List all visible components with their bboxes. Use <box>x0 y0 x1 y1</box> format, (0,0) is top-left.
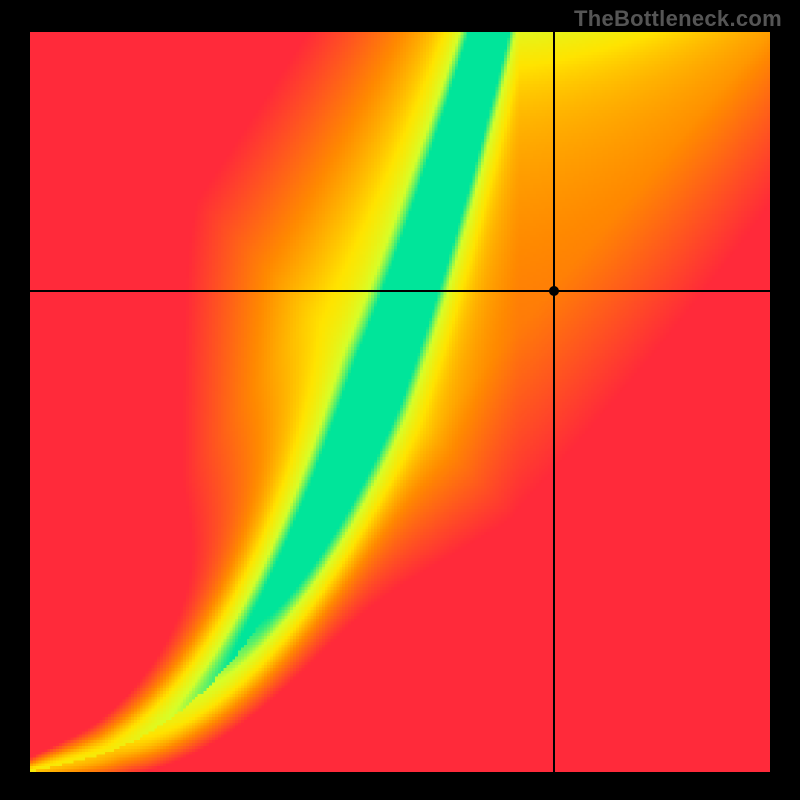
plot-area <box>30 32 770 772</box>
selected-point-marker[interactable] <box>549 286 559 296</box>
crosshair-vertical <box>553 32 555 772</box>
chart-frame: TheBottleneck.com <box>0 0 800 800</box>
watermark-text: TheBottleneck.com <box>574 6 782 32</box>
heatmap-canvas <box>30 32 770 772</box>
crosshair-horizontal <box>30 290 770 292</box>
